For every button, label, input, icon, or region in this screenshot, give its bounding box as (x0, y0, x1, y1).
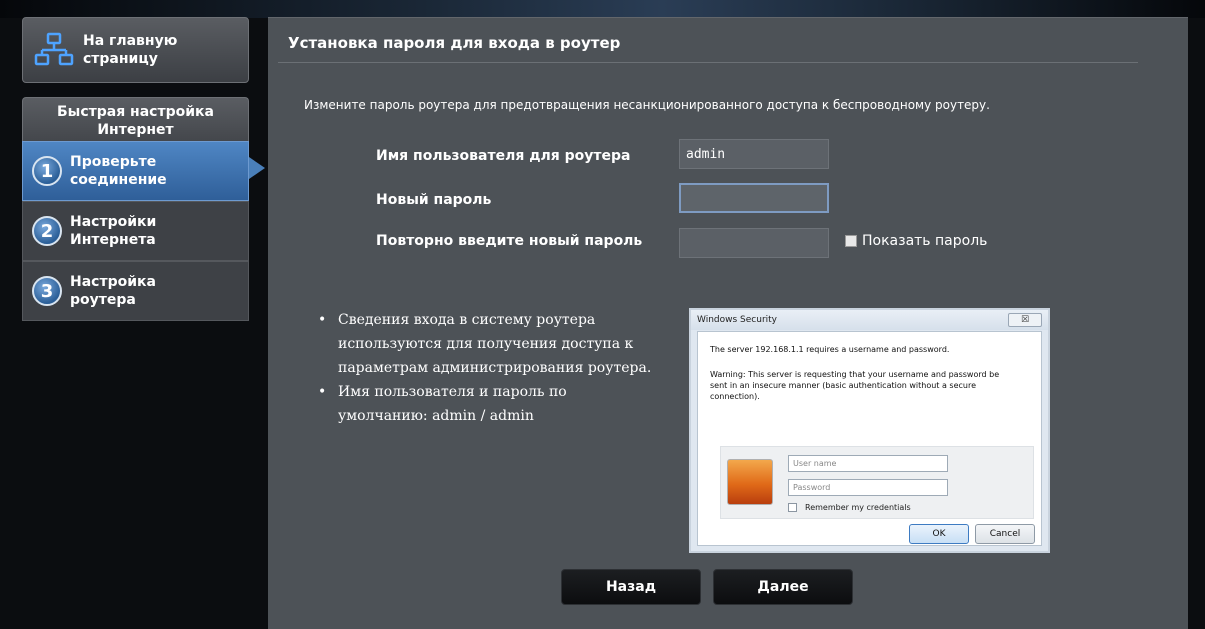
dialog-body: The server 192.168.1.1 requires a userna… (697, 331, 1042, 546)
step-label-line2: роутера (70, 292, 136, 308)
step-number-icon: 3 (32, 276, 62, 306)
quick-setup-title-line2: Интернет (97, 122, 174, 138)
step-label-line1: Настройка (70, 274, 156, 290)
bullet-line: умолчанию: admin / admin (338, 408, 534, 424)
page-description: Измените пароль роутера для предотвращен… (304, 98, 990, 112)
title-divider (278, 62, 1138, 63)
dialog-username-input: User name (788, 455, 948, 472)
home-label-line2: страницу (83, 51, 158, 67)
network-map-icon (34, 32, 74, 66)
home-button[interactable]: На главную страницу (22, 17, 249, 83)
step-label: Настройки Интернета (70, 213, 156, 249)
dialog-password-input: Password (788, 479, 948, 496)
confirm-password-label: Повторно введите новый пароль (376, 233, 643, 249)
step-label-line1: Настройки (70, 214, 157, 230)
new-password-label: Новый пароль (376, 192, 492, 208)
back-button[interactable]: Назад (561, 569, 701, 605)
show-password-label: Показать пароль (862, 233, 988, 249)
top-decoration (0, 0, 1205, 18)
dialog-close-icon: ☒ (1008, 313, 1042, 327)
list-item: • Сведения входа в систему роутера испол… (318, 308, 678, 380)
dialog-cancel-button: Cancel (975, 524, 1035, 544)
bullet-icon: • (318, 312, 327, 328)
active-step-arrow-icon (249, 157, 265, 179)
step-label-line1: Проверьте (70, 154, 157, 170)
step-label-line2: Интернета (70, 232, 156, 248)
dialog-titlebar: Windows Security ☒ (691, 310, 1048, 330)
dialog-warning-line3: connection). (710, 392, 760, 401)
home-label: На главную страницу (83, 32, 233, 68)
bullet-line: Сведения входа в систему роутера (338, 312, 596, 328)
step-check-connection[interactable]: 1 Проверьте соединение (22, 141, 249, 201)
windows-security-dialog-image: Windows Security ☒ The server 192.168.1.… (689, 308, 1050, 553)
username-field[interactable] (679, 139, 829, 169)
bullet-line: используются для получения доступа к (338, 336, 634, 352)
dialog-credentials-box: User name Password Remember my credentia… (720, 446, 1034, 519)
step-internet-settings[interactable]: 2 Настройки Интернета (22, 201, 249, 261)
list-item: • Имя пользователя и пароль по умолчанию… (318, 380, 678, 428)
dialog-warning-line1: Warning: This server is requesting that … (710, 370, 1000, 379)
main-panel: Установка пароля для входа в роутер Изме… (268, 17, 1188, 629)
user-avatar-icon (727, 459, 773, 505)
quick-setup-header: Быстрая настройка Интернет (22, 97, 249, 141)
confirm-password-field[interactable] (679, 228, 829, 258)
bullet-line: Имя пользователя и пароль по (338, 384, 567, 400)
step-number-icon: 2 (32, 216, 62, 246)
dialog-remember-label: Remember my credentials (805, 503, 911, 512)
bullet-line: параметрам администрирования роутера. (338, 360, 652, 376)
dialog-title: Windows Security (697, 315, 777, 325)
dialog-ok-button: OK (909, 524, 969, 544)
home-label-line1: На главную (83, 33, 178, 49)
show-password-checkbox[interactable] (845, 235, 857, 247)
dialog-warning-line2: sent in an insecure manner (basic authen… (710, 381, 976, 390)
next-button[interactable]: Далее (713, 569, 853, 605)
bullet-icon: • (318, 384, 327, 400)
step-router-setup[interactable]: 3 Настройка роутера (22, 261, 249, 321)
username-label: Имя пользователя для роутера (376, 148, 631, 164)
dialog-remember-option: Remember my credentials (788, 503, 911, 512)
step-number-icon: 1 (32, 156, 62, 186)
new-password-field[interactable] (679, 183, 829, 213)
step-label-line2: соединение (70, 172, 167, 188)
dialog-remember-checkbox (788, 503, 797, 512)
page-title: Установка пароля для входа в роутер (288, 34, 621, 52)
info-bullets: • Сведения входа в систему роутера испол… (318, 308, 678, 428)
step-label: Настройка роутера (70, 273, 156, 309)
quick-setup-title-line1: Быстрая настройка (56, 104, 214, 120)
step-label: Проверьте соединение (70, 153, 167, 189)
dialog-server-text: The server 192.168.1.1 requires a userna… (710, 345, 950, 354)
show-password-toggle[interactable]: Показать пароль (845, 233, 987, 249)
